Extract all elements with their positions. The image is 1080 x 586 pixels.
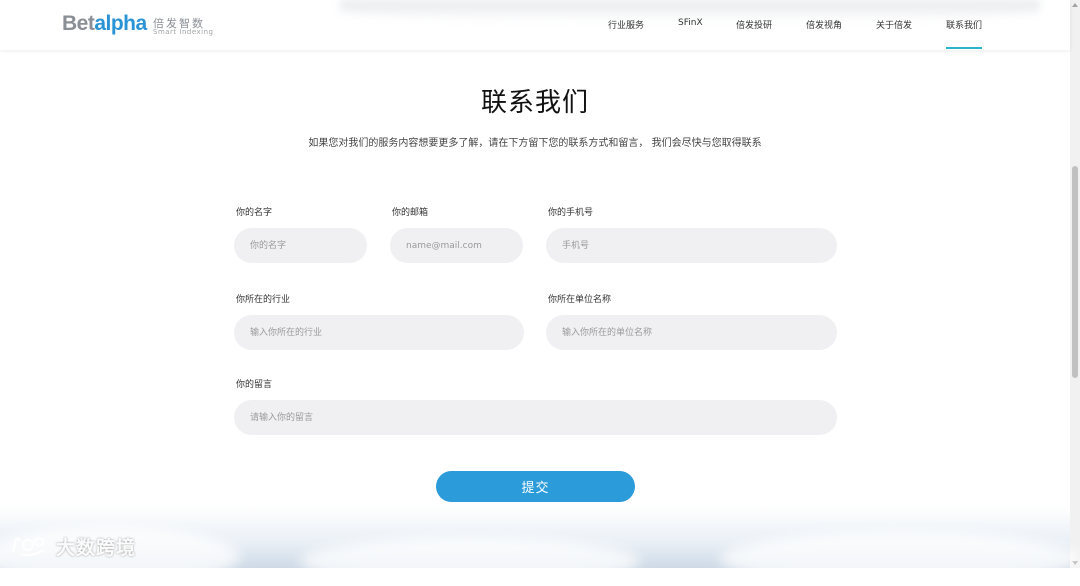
scroll-up-arrow-icon[interactable] xyxy=(1072,3,1078,7)
company-input[interactable] xyxy=(546,315,837,350)
logo-wordmark: Betalpha xyxy=(62,12,147,35)
page-scrollbar[interactable] xyxy=(1070,0,1080,568)
nav-item-sfinx[interactable]: SFinX xyxy=(678,18,703,28)
message-label: 你的留言 xyxy=(236,380,273,390)
nav-item-contact[interactable]: 联系我们 xyxy=(946,18,983,49)
main-nav: 行业服务 SFinX 倍发投研 倍发视角 关于倍发 联系我们 xyxy=(608,0,1008,50)
page-subtitle: 如果您对我们的服务内容想要更多了解，请在下方留下您的联系方式和留言， 我们会尽快… xyxy=(308,138,762,149)
submit-button[interactable]: 提交 xyxy=(436,471,635,502)
phone-label: 你的手机号 xyxy=(548,208,594,218)
industry-label: 你所在的行业 xyxy=(236,295,291,305)
watermark: 大数跨境 xyxy=(10,533,136,559)
name-label: 你的名字 xyxy=(236,208,273,218)
email-label: 你的邮箱 xyxy=(392,208,429,218)
scrollbar-thumb[interactable] xyxy=(1072,166,1078,378)
logo-tagline: Smart Indexing xyxy=(153,28,214,36)
industry-input[interactable] xyxy=(234,315,524,350)
email-input[interactable] xyxy=(390,228,523,263)
nav-item-perspective[interactable]: 倍发视角 xyxy=(806,18,842,31)
nav-item-about[interactable]: 关于倍发 xyxy=(876,18,912,31)
nav-item-research[interactable]: 倍发投研 xyxy=(736,18,772,31)
cloud-background xyxy=(0,506,1080,586)
watermark-logo-icon xyxy=(12,537,45,557)
message-input[interactable] xyxy=(234,400,837,435)
page-title: 联系我们 xyxy=(480,88,589,118)
company-label: 你所在单位名称 xyxy=(548,295,612,305)
watermark-text: 大数跨境 xyxy=(56,536,137,559)
top-header: Betalpha 倍发智数 Smart Indexing 行业服务 SFinX … xyxy=(0,0,1070,50)
phone-input[interactable] xyxy=(546,228,837,263)
name-input[interactable] xyxy=(234,228,367,263)
nav-item-industry-services[interactable]: 行业服务 xyxy=(608,18,644,31)
